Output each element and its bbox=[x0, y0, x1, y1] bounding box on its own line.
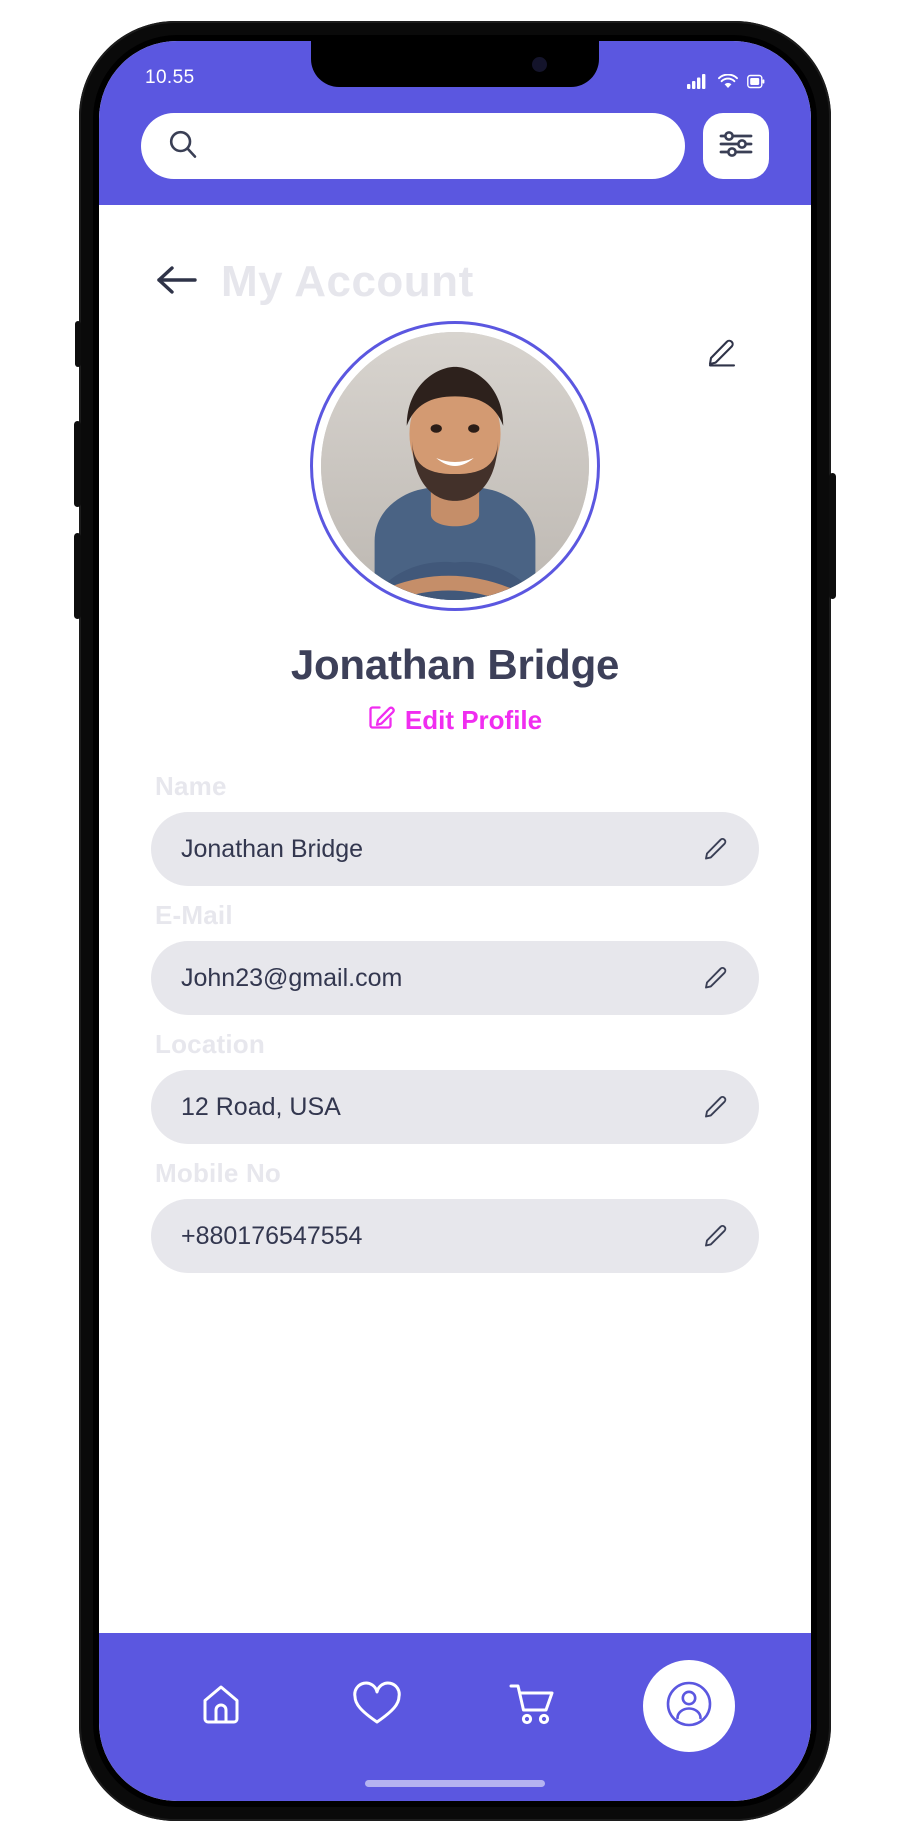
field-location: Location 12 Road, USA bbox=[151, 1029, 759, 1144]
field-label: Mobile No bbox=[155, 1158, 282, 1188]
field-input-location[interactable]: 12 Road, USA bbox=[151, 1070, 759, 1144]
page-title: My Account bbox=[221, 257, 474, 306]
pencil-edit-icon[interactable] bbox=[702, 833, 729, 865]
back-arrow-icon[interactable] bbox=[153, 263, 199, 302]
field-label: Name bbox=[155, 771, 227, 801]
display-notch bbox=[311, 41, 599, 87]
screenshot-stage: 10.55 My Account Jonathan Bridge Edit Pr… bbox=[0, 0, 910, 1842]
front-camera-icon bbox=[532, 57, 547, 72]
phone-device-frame: 10.55 My Account Jonathan Bridge Edit Pr… bbox=[74, 21, 836, 1821]
status-time: 10.55 bbox=[145, 67, 195, 88]
wifi-icon bbox=[718, 73, 738, 89]
cellular-signal-icon bbox=[687, 73, 709, 89]
field-mobile: Mobile No +880176547554 bbox=[151, 1158, 759, 1273]
filter-sliders-icon bbox=[718, 129, 754, 164]
phone-screen: 10.55 My Account Jonathan Bridge Edit Pr… bbox=[99, 41, 811, 1801]
search-icon bbox=[167, 128, 199, 165]
device-bezel: 10.55 My Account Jonathan Bridge Edit Pr… bbox=[93, 35, 817, 1807]
volume-up-button[interactable] bbox=[74, 421, 81, 507]
field-value: Jonathan Bridge bbox=[181, 834, 364, 863]
edit-profile-link[interactable]: Edit Profile bbox=[99, 703, 811, 737]
filter-button[interactable] bbox=[703, 113, 769, 179]
status-icon-group bbox=[687, 73, 765, 89]
field-label: E-Mail bbox=[155, 900, 233, 930]
field-label: Location bbox=[155, 1029, 265, 1059]
user-icon bbox=[664, 1679, 714, 1734]
cart-icon bbox=[507, 1679, 559, 1734]
silent-switch[interactable] bbox=[75, 321, 81, 367]
avatar[interactable] bbox=[310, 321, 600, 611]
page-header-row: My Account bbox=[99, 205, 811, 307]
pencil-edit-icon[interactable] bbox=[702, 1091, 729, 1123]
nav-item-wishlist[interactable] bbox=[331, 1660, 423, 1752]
volume-down-button[interactable] bbox=[74, 533, 81, 619]
bottom-navigation bbox=[99, 1633, 811, 1801]
field-input-email[interactable]: John23@gmail.com bbox=[151, 941, 759, 1015]
heart-icon bbox=[351, 1680, 403, 1733]
field-name: Name Jonathan Bridge bbox=[151, 771, 759, 886]
field-value: John23@gmail.com bbox=[181, 963, 403, 992]
profile-name: Jonathan Bridge bbox=[290, 641, 620, 688]
edit-square-icon bbox=[368, 703, 395, 737]
edit-profile-label: Edit Profile bbox=[404, 704, 543, 735]
search-row bbox=[99, 93, 811, 179]
search-input[interactable] bbox=[213, 133, 659, 159]
field-input-name[interactable]: Jonathan Bridge bbox=[151, 812, 759, 886]
pencil-edit-icon[interactable] bbox=[702, 962, 729, 994]
pencil-edit-icon[interactable] bbox=[702, 1220, 729, 1252]
user-photo-avatar bbox=[321, 332, 589, 600]
avatar-section bbox=[99, 321, 811, 611]
nav-item-cart[interactable] bbox=[487, 1660, 579, 1752]
field-value: 12 Road, USA bbox=[181, 1092, 341, 1121]
nav-item-profile[interactable] bbox=[643, 1660, 735, 1752]
field-input-mobile[interactable]: +880176547554 bbox=[151, 1199, 759, 1273]
search-bar[interactable] bbox=[141, 113, 685, 179]
battery-icon bbox=[747, 74, 765, 89]
page-body: My Account Jonathan Bridge Edit Profile … bbox=[99, 205, 811, 1633]
home-icon bbox=[196, 1679, 246, 1734]
home-indicator bbox=[365, 1780, 545, 1787]
profile-form: Name Jonathan Bridge E-Mail John23@gmail… bbox=[99, 737, 811, 1273]
nav-item-home[interactable] bbox=[175, 1660, 267, 1752]
field-value: +880176547554 bbox=[181, 1221, 363, 1250]
avatar-edit-icon[interactable] bbox=[705, 333, 739, 372]
field-email: E-Mail John23@gmail.com bbox=[151, 900, 759, 1015]
power-button[interactable] bbox=[829, 473, 836, 599]
